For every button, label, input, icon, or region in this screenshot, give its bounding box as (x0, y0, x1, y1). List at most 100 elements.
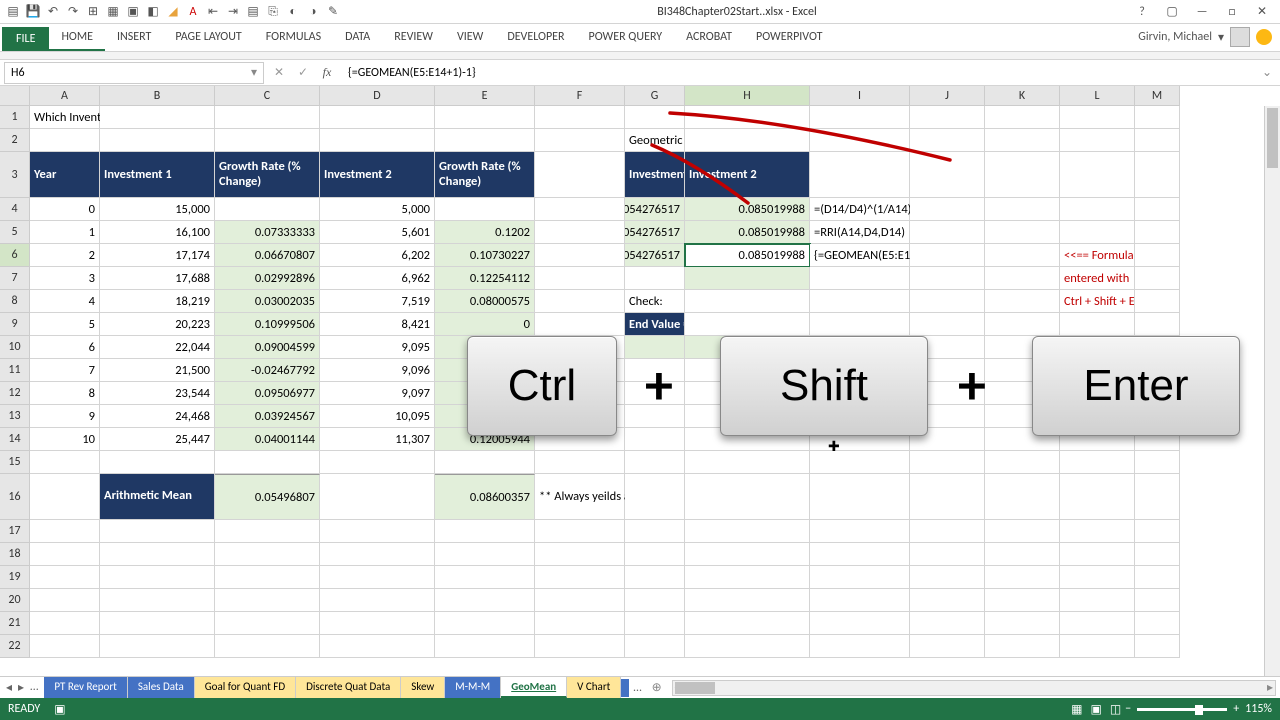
name-box[interactable]: H6 ▾ (4, 62, 264, 84)
qat-icon[interactable]: ◑ (304, 3, 322, 21)
cell-L2[interactable] (1060, 129, 1135, 152)
cell-L22[interactable] (1060, 635, 1135, 658)
cell-J21[interactable] (910, 612, 985, 635)
cell-G17[interactable] (625, 520, 685, 543)
ribbon-tab-home[interactable]: HOME (49, 25, 105, 51)
cell-K18[interactable] (985, 543, 1060, 566)
row-header-1[interactable]: 1 (0, 106, 30, 129)
cell-E21[interactable] (435, 612, 535, 635)
cell-E4[interactable] (435, 198, 535, 221)
cell-M8[interactable] (1135, 290, 1180, 313)
cell-C9[interactable]: 0.10999506 (215, 313, 320, 336)
cell-E18[interactable] (435, 543, 535, 566)
formula-input[interactable]: {=GEOMEAN(E5:E14+1)-1} (342, 64, 1262, 82)
cell-K2[interactable] (985, 129, 1060, 152)
cell-C7[interactable]: 0.02992896 (215, 267, 320, 290)
undo-icon[interactable]: ↶ (44, 3, 62, 21)
col-header-F[interactable]: F (535, 86, 625, 106)
row-header-19[interactable]: 19 (0, 566, 30, 589)
cell-B1[interactable] (100, 106, 215, 129)
cell-C19[interactable] (215, 566, 320, 589)
cell-C4[interactable] (215, 198, 320, 221)
sheet-tab-v-chart[interactable]: V Chart (567, 677, 621, 698)
cell-L15[interactable] (1060, 451, 1135, 474)
cell-B2[interactable] (100, 129, 215, 152)
ribbon-tab-power-query[interactable]: POWER QUERY (577, 25, 675, 51)
cell-B18[interactable] (100, 543, 215, 566)
row-header-18[interactable]: 18 (0, 543, 30, 566)
cell-J6[interactable] (910, 244, 985, 267)
cell-D16[interactable] (320, 474, 435, 520)
cell-I8[interactable] (810, 290, 910, 313)
cell-B7[interactable]: 17,688 (100, 267, 215, 290)
cell-B15[interactable] (100, 451, 215, 474)
cell-L1[interactable] (1060, 106, 1135, 129)
col-header-K[interactable]: K (985, 86, 1060, 106)
cell-G3[interactable]: Investment 1 (625, 152, 685, 198)
maximize-icon[interactable]: □ (1218, 2, 1246, 22)
cell-A3[interactable]: Year (30, 152, 100, 198)
cell-M5[interactable] (1135, 221, 1180, 244)
cell-D21[interactable] (320, 612, 435, 635)
cell-D18[interactable] (320, 543, 435, 566)
cell-G20[interactable] (625, 589, 685, 612)
cell-A21[interactable] (30, 612, 100, 635)
cell-C18[interactable] (215, 543, 320, 566)
cell-A10[interactable]: 6 (30, 336, 100, 359)
zoom-slider[interactable] (1137, 708, 1227, 711)
cell-K4[interactable] (985, 198, 1060, 221)
cell-C20[interactable] (215, 589, 320, 612)
cell-F19[interactable] (535, 566, 625, 589)
cell-D5[interactable]: 5,601 (320, 221, 435, 244)
cell-F7[interactable] (535, 267, 625, 290)
cell-C1[interactable] (215, 106, 320, 129)
font-color-icon[interactable]: A (184, 3, 202, 21)
cell-B20[interactable] (100, 589, 215, 612)
col-header-D[interactable]: D (320, 86, 435, 106)
cell-F3[interactable] (535, 152, 625, 198)
cell-A16[interactable] (30, 474, 100, 520)
cell-J16[interactable] (910, 474, 985, 520)
cell-G18[interactable] (625, 543, 685, 566)
cell-G6[interactable]: 0.054276517 (625, 244, 685, 267)
cell-L21[interactable] (1060, 612, 1135, 635)
cell-K6[interactable] (985, 244, 1060, 267)
cell-G8[interactable]: Check: (625, 290, 685, 313)
cell-D15[interactable] (320, 451, 435, 474)
sheet-tab-goal-for-quant-fd[interactable]: Goal for Quant FD (195, 677, 296, 698)
cell-D12[interactable]: 9,097 (320, 382, 435, 405)
cell-A20[interactable] (30, 589, 100, 612)
row-header-10[interactable]: 10 (0, 336, 30, 359)
cell-F21[interactable] (535, 612, 625, 635)
cell-M18[interactable] (1135, 543, 1180, 566)
ribbon-tab-powerpivot[interactable]: POWERPIVOT (744, 25, 834, 51)
row-header-12[interactable]: 12 (0, 382, 30, 405)
cell-G22[interactable] (625, 635, 685, 658)
cell-L8[interactable]: Ctrl + Shift + Enter (1060, 290, 1135, 313)
cell-M2[interactable] (1135, 129, 1180, 152)
paint-icon[interactable]: ◢ (164, 3, 182, 21)
cell-F5[interactable] (535, 221, 625, 244)
cell-B3[interactable]: Investment 1 (100, 152, 215, 198)
cell-L19[interactable] (1060, 566, 1135, 589)
cell-J22[interactable] (910, 635, 985, 658)
cell-C14[interactable]: 0.04001144 (215, 428, 320, 451)
view-normal-icon[interactable]: ▦ (1071, 702, 1082, 717)
cell-K22[interactable] (985, 635, 1060, 658)
cell-A14[interactable]: 10 (30, 428, 100, 451)
sheet-tab-skew[interactable]: Skew (401, 677, 445, 698)
column-headers[interactable]: ABCDEFGHIJKLM (30, 86, 1180, 106)
cell-B14[interactable]: 25,447 (100, 428, 215, 451)
row-header-9[interactable]: 9 (0, 313, 30, 336)
sheet-tab-discrete-quat-data[interactable]: Discrete Quat Data (296, 677, 401, 698)
cell-H17[interactable] (685, 520, 810, 543)
row-header-20[interactable]: 20 (0, 589, 30, 612)
cell-M6[interactable] (1135, 244, 1180, 267)
cell-G16[interactable] (625, 474, 685, 520)
cell-I7[interactable] (810, 267, 910, 290)
cell-J15[interactable] (910, 451, 985, 474)
cell-L20[interactable] (1060, 589, 1135, 612)
row-header-22[interactable]: 22 (0, 635, 30, 658)
macro-record-icon[interactable]: ▣ (54, 702, 65, 717)
cell-F20[interactable] (535, 589, 625, 612)
